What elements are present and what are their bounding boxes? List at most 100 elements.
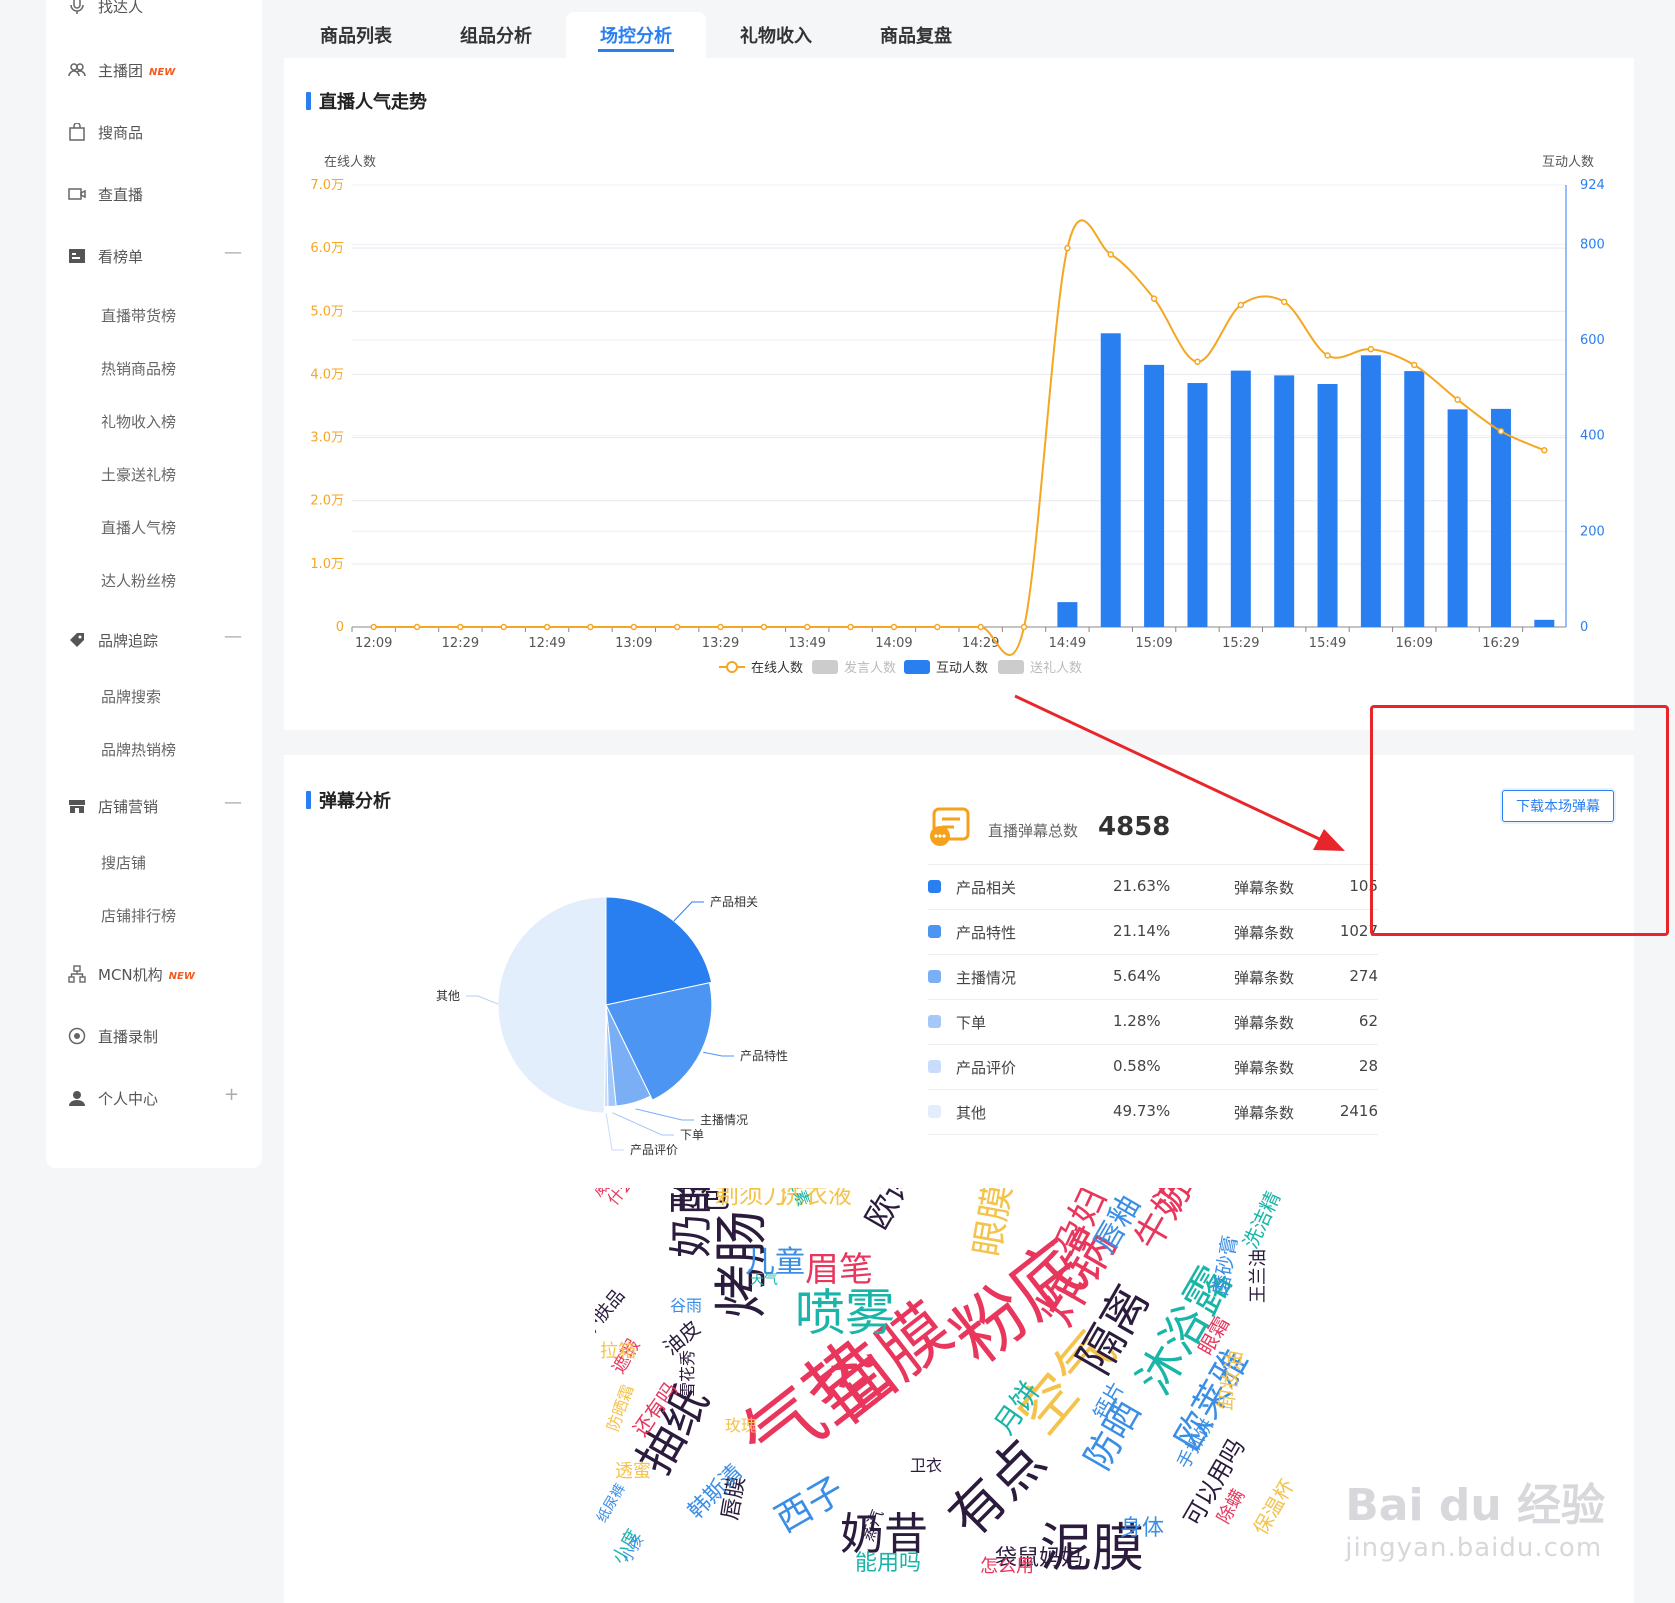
interaction-bar [1490, 408, 1511, 627]
wordcloud-word: 身体 [1120, 1516, 1165, 1541]
left-tick-label: 7.0万 [310, 178, 344, 193]
legend-marker [998, 660, 1024, 674]
sidebar-subitem-6[interactable]: 热销商品榜 [101, 358, 176, 379]
tab-product-list[interactable]: 商品列表 [286, 12, 426, 58]
wordcloud-word: 剃须刀 [715, 1188, 787, 1209]
right-tick-label: 400 [1580, 429, 1605, 444]
sidebar-item-14[interactable]: 店铺营销 [68, 794, 158, 818]
sidebar-subitem-10[interactable]: 达人粉丝榜 [101, 570, 176, 591]
category-count: 2416 [1339, 1102, 1378, 1120]
wordcloud-word: 纸尿裤 [595, 1481, 629, 1526]
sidebar-subitem-8[interactable]: 土豪送礼榜 [101, 464, 176, 485]
left-tick-label: 1.0万 [310, 557, 344, 572]
tab-product-review[interactable]: 商品复盘 [846, 12, 986, 58]
online-users-point [804, 623, 811, 631]
legend-marker [904, 660, 930, 674]
danmu-stat-row: 主播情况 5.64% 弹幕条数 274 [928, 955, 1378, 1000]
right-axis-label: 互动人数 [1542, 155, 1594, 170]
wordcloud-word: 护肤品 [595, 1285, 630, 1341]
category-count-label: 弹幕条数 [1234, 1059, 1295, 1077]
sidebar-item-3[interactable]: 查直播 [68, 182, 143, 206]
wordcloud-word: 透蜜 [615, 1461, 651, 1482]
wordcloud-word: 喷雾 [795, 1284, 895, 1342]
category-count: 28 [1358, 1057, 1378, 1075]
sidebar-item-1[interactable]: 主播团 NEW [68, 58, 175, 82]
category-color-dot [928, 1060, 941, 1073]
left-tick-label: 4.0万 [310, 367, 344, 382]
right-tick-label: 0 [1580, 620, 1588, 635]
sidebar-item-11[interactable]: 品牌追踪 [68, 628, 158, 652]
online-users-point [760, 623, 768, 631]
sidebar-item-4[interactable]: 看榜单 [68, 244, 143, 268]
expand-toggle-icon[interactable]: + [224, 1084, 239, 1105]
x-tick-label: 14:49 [1049, 636, 1086, 651]
sidebar-subitem-7[interactable]: 礼物收入榜 [101, 411, 176, 432]
interaction-bar [1274, 375, 1295, 627]
popularity-chart: 在线人数 互动人数01.0万2.0万3.0万4.0万5.0万6.0万7.0万020… [310, 155, 1605, 676]
sidebar-item-18[interactable]: 直播录制 [68, 1024, 158, 1048]
sidebar-item-2[interactable]: 搜商品 [68, 120, 143, 144]
category-percent: 1.28% [1113, 1012, 1161, 1030]
danmu-stat-row: 其他 49.73% 弹幕条数 2416 [928, 1090, 1378, 1135]
danmu-stat-row: 产品评价 0.58% 弹幕条数 28 [928, 1045, 1378, 1090]
online-users-point [673, 623, 681, 631]
sidebar-item-label: 直播录制 [98, 1027, 159, 1046]
danmu-total-icon [928, 806, 972, 846]
wordcloud-word: 有点 [936, 1428, 1058, 1550]
sidebar-item-17[interactable]: MCN机构 NEW [68, 962, 195, 986]
category-percent: 49.73% [1113, 1102, 1171, 1120]
tab-bundle-analysis[interactable]: 组品分析 [426, 12, 566, 58]
legend-online-marker-dot [726, 661, 738, 673]
mic-icon [68, 0, 86, 15]
x-tick-label: 12:49 [528, 636, 565, 651]
interaction-bar [1404, 371, 1425, 627]
legend-label: 送礼人数 [1030, 660, 1082, 676]
interaction-bar [1317, 383, 1338, 627]
danmu-stat-row: 产品相关 21.63% 弹幕条数 105 [928, 865, 1378, 910]
collapse-toggle-icon[interactable]: — [224, 792, 242, 813]
x-tick-label: 16:09 [1396, 636, 1433, 651]
collapse-toggle-icon[interactable]: — [224, 626, 242, 647]
sidebar-subitem-9[interactable]: 直播人气榜 [101, 517, 176, 538]
group-icon [68, 61, 86, 79]
pie-label: 下单 [680, 1128, 704, 1142]
category-percent: 0.58% [1113, 1057, 1161, 1075]
new-badge: NEW [168, 970, 195, 982]
sidebar-subitem-15[interactable]: 搜店铺 [101, 852, 146, 873]
danmu-stat-row: 下单 1.28% 弹幕条数 62 [928, 1000, 1378, 1045]
sidebar-subitem-16[interactable]: 店铺排行榜 [101, 905, 176, 926]
category-color-dot [928, 1015, 941, 1028]
tab-gift-income[interactable]: 礼物收入 [706, 12, 846, 58]
x-tick-label: 15:29 [1222, 636, 1259, 651]
collapse-toggle-icon[interactable]: — [224, 242, 242, 263]
category-percent: 21.63% [1113, 877, 1171, 895]
wordcloud-word: 玫瑰 [725, 1416, 758, 1435]
sidebar-subitem-13[interactable]: 品牌热销榜 [101, 739, 176, 760]
category-color-dot [928, 925, 941, 938]
interaction-bar [1100, 333, 1121, 627]
tab-field-control-analysis[interactable]: 场控分析 [566, 12, 706, 58]
category-count: 274 [1349, 967, 1378, 985]
wordcloud-word: 天气 [750, 1272, 778, 1288]
x-tick-label: 15:49 [1309, 636, 1346, 651]
pie-label: 产品评价 [630, 1143, 678, 1157]
left-axis-label: 在线人数 [324, 155, 376, 170]
pie-label: 其他 [436, 989, 460, 1003]
sidebar-subitem-12[interactable]: 品牌搜索 [101, 686, 161, 707]
wordcloud-word: 眼膜 [967, 1188, 1020, 1260]
legend-label: 在线人数 [751, 661, 803, 676]
danmu-wordcloud: 气垫面膜粉底烤肠喷雾奶酪空气炸锅隔离沐浴露泥膜奶昔有点抽纸防晒眉笔眼膜孕妇牛奶洗… [595, 1188, 1325, 1593]
baidu-jingyan-watermark: Bai du 经验 jingyan.baidu.com [1345, 1480, 1605, 1563]
category-count-label: 弹幕条数 [1234, 1014, 1295, 1032]
user-icon [68, 1089, 86, 1107]
category-count-label: 弹幕条数 [1234, 924, 1295, 942]
sidebar-item-19[interactable]: 个人中心 [68, 1086, 158, 1110]
online-users-point [1107, 251, 1114, 258]
wordcloud-word: 保温杯 [1248, 1475, 1300, 1539]
category-color-dot [928, 1105, 941, 1118]
legend-marker [812, 660, 838, 674]
category-count-label: 弹幕条数 [1234, 1104, 1295, 1122]
sidebar-item-label: 主播团 [98, 61, 144, 80]
sidebar-subitem-5[interactable]: 直播带货榜 [101, 305, 176, 326]
sidebar-item-0[interactable]: 找达人 [68, 0, 143, 18]
